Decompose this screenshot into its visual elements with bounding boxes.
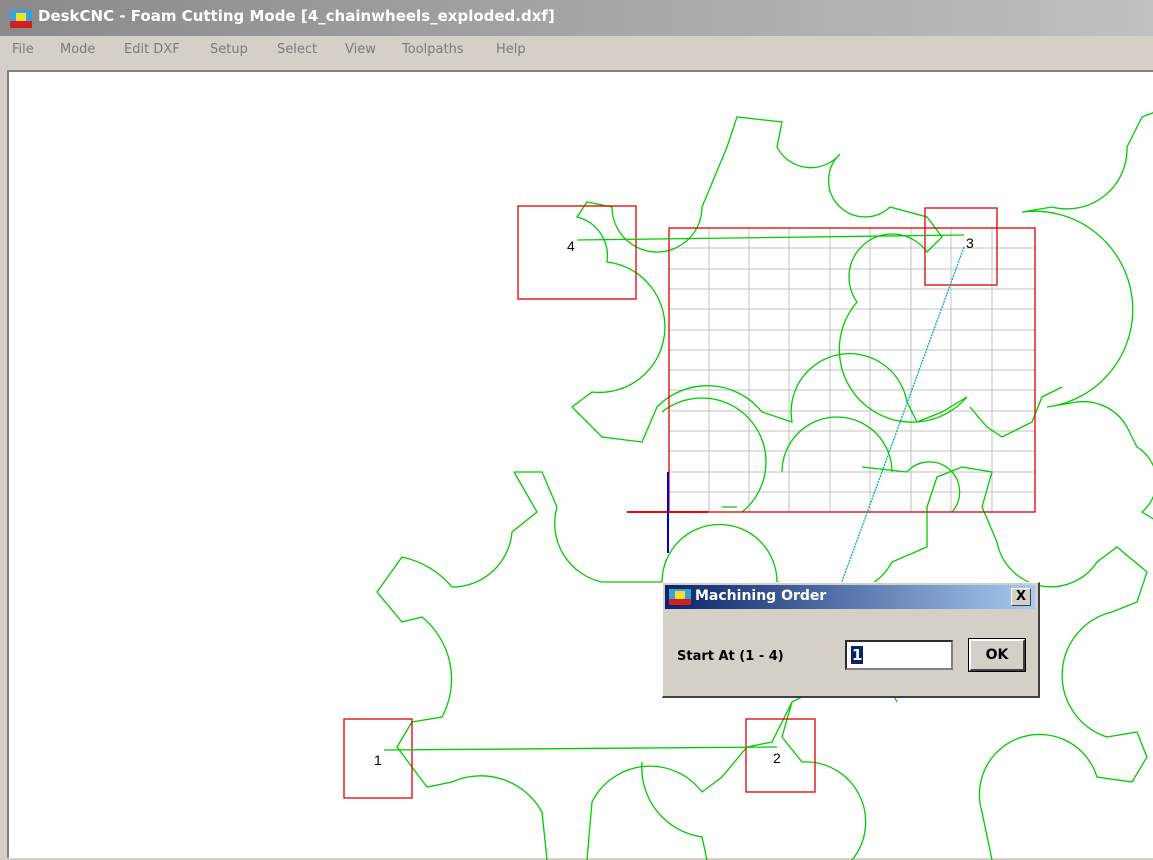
menu-edit-dxf[interactable]: Edit DXF (124, 42, 180, 57)
start-box-3 (924, 207, 998, 286)
order-label-4: 4 (567, 238, 575, 254)
machining-order-dialog: Machining Order X Start At (1 - 4) 1 OK (662, 582, 1040, 698)
start-box-4 (517, 205, 637, 300)
dialog-title-bar[interactable]: Machining Order X (665, 585, 1035, 609)
order-label-3: 3 (966, 235, 974, 251)
menu-toolpaths[interactable]: Toolpaths (402, 42, 464, 57)
inner-arcs (661, 397, 961, 513)
chainwheel-geometry[interactable] (376, 112, 1153, 860)
menu-mode[interactable]: Mode (60, 42, 95, 57)
start-at-label: Start At (1 - 4) (677, 649, 784, 664)
order-label-2: 2 (773, 750, 781, 766)
start-at-input[interactable]: 1 (845, 640, 953, 670)
dialog-title: Machining Order (695, 588, 827, 604)
cad-viewport[interactable]: 4 3 1 2 (9, 72, 1153, 860)
app-icon (10, 10, 32, 28)
close-button[interactable]: X (1011, 588, 1031, 606)
upper-chainwheel (571, 116, 968, 443)
menu-setup[interactable]: Setup (210, 42, 248, 57)
title-bar: DeskCNC - Foam Cutting Mode [4_chainwhee… (0, 0, 1153, 36)
window-title: DeskCNC - Foam Cutting Mode [4_chainwhee… (38, 7, 555, 25)
ok-button[interactable]: OK (968, 638, 1026, 672)
menu-bar: File Mode Edit DXF Setup Select View Too… (0, 36, 1153, 66)
lower-left-lobes (376, 471, 548, 860)
menu-help[interactable]: Help (496, 42, 526, 57)
start-at-value: 1 (851, 646, 864, 664)
menu-view[interactable]: View (345, 42, 376, 57)
close-icon: X (1015, 589, 1027, 604)
right-chainwheel-tooth (969, 386, 1063, 438)
menu-select[interactable]: Select (277, 42, 317, 57)
drawing-canvas[interactable]: 4 3 1 2 (7, 70, 1153, 860)
menu-file[interactable]: File (12, 42, 34, 57)
work-area-boxes[interactable] (343, 205, 1036, 799)
lower-middle-lobes (586, 674, 898, 860)
right-chainwheel (1021, 112, 1153, 520)
app-icon (669, 589, 691, 605)
order-label-1: 1 (374, 752, 382, 768)
